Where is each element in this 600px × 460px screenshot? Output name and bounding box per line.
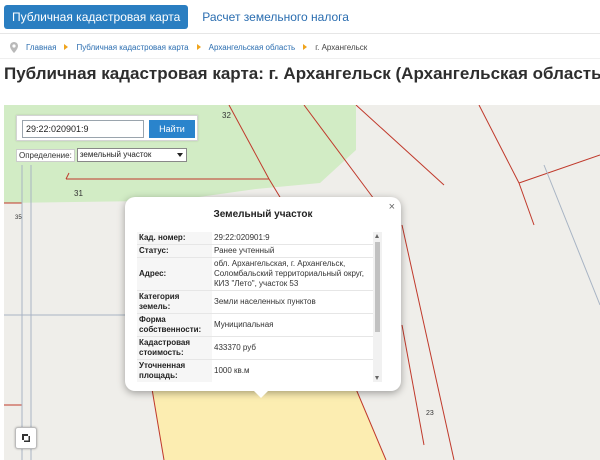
row-key: Кадастровая стоимость: (137, 336, 212, 360)
parcel-number-label: 23 (426, 410, 434, 417)
breadcrumb-current: г. Архангельск (315, 42, 368, 52)
table-row: Адрес: обл. Архангельская, г. Архангельск… (137, 257, 373, 291)
table-row: Кад. номер: 29:22:020901:9 (137, 232, 373, 245)
row-value: 29:22:020901:9 (212, 232, 373, 245)
parcel-number-label: 35 (15, 215, 22, 221)
breadcrumb: Главная Публичная кадастровая карта Арха… (10, 41, 367, 53)
cadastral-number-input[interactable] (22, 120, 144, 138)
parcel-number-label: 32 (222, 111, 231, 120)
definition-row: Определение: земельный участок (16, 148, 187, 162)
top-tabs: Публичная кадастровая карта Расчет земел… (4, 5, 357, 29)
parcel-number-label: 31 (74, 189, 83, 198)
breadcrumb-home[interactable]: Главная (26, 43, 56, 52)
popup-scroll-area[interactable]: Кад. номер: 29:22:020901:9 Статус: Ранее у… (137, 232, 382, 382)
parcel-info-table: Кад. номер: 29:22:020901:9 Статус: Ранее у… (137, 232, 373, 382)
breadcrumb-public-map[interactable]: Публичная кадастровая карта (76, 43, 188, 52)
yellow-parcel (152, 389, 386, 460)
row-key: Форма собственности: (137, 313, 212, 337)
tab-land-tax-calculation[interactable]: Расчет земельного налога (194, 5, 357, 29)
breadcrumb-divider (0, 58, 600, 59)
cadastral-search-box: Найти (16, 115, 198, 141)
popup-title: Земельный участок (213, 209, 313, 220)
popup-scrollbar[interactable] (373, 232, 382, 382)
scroll-up-icon[interactable] (375, 234, 379, 238)
table-row: Статус: Ранее учтенный (137, 244, 373, 258)
row-key: Уточненная площадь: (137, 359, 212, 382)
find-button[interactable]: Найти (149, 120, 195, 138)
cadastral-map[interactable]: 32 31 35 23 Найти Определение: земельный… (4, 105, 600, 460)
page-title: Публичная кадастровая карта: г. Архангел… (4, 64, 600, 83)
breadcrumb-separator-icon (196, 44, 201, 50)
table-row: Уточненная площадь: 1000 кв.м (137, 359, 373, 382)
breadcrumb-separator-icon (303, 44, 308, 50)
table-row: Категория земель: Земли населенных пункто… (137, 290, 373, 314)
definition-select[interactable]: земельный участок (76, 148, 187, 162)
row-value: Муниципальная (212, 313, 373, 337)
land-parcel-popup: × Земельный участок Кад. номер: 29:22:020… (125, 197, 401, 398)
row-key: Категория земель: (137, 290, 212, 314)
row-value: Ранее учтенный (212, 244, 373, 258)
fullscreen-icon (22, 434, 30, 442)
table-row: Кадастровая стоимость: 433370 руб (137, 336, 373, 360)
tab-public-cadastral-map[interactable]: Публичная кадастровая карта (4, 5, 189, 29)
scroll-down-icon[interactable] (375, 376, 379, 380)
popup-pointer (253, 390, 269, 398)
breadcrumb-separator-icon (64, 44, 69, 50)
fullscreen-button[interactable] (15, 427, 37, 449)
tabs-divider (0, 33, 600, 34)
definition-label: Определение: (16, 148, 75, 162)
row-value: обл. Архангельская, г. Архангельск, Соло… (212, 257, 373, 291)
location-pin-icon (10, 41, 18, 53)
row-key: Статус: (137, 244, 212, 258)
row-value: 433370 руб (212, 336, 373, 360)
chevron-down-icon (176, 153, 183, 157)
row-key: Адрес: (137, 257, 212, 291)
row-key: Кад. номер: (137, 232, 212, 245)
row-value: Земли населенных пунктов (212, 290, 373, 314)
breadcrumb-region[interactable]: Архангельская область (209, 43, 296, 52)
scrollbar-thumb[interactable] (375, 242, 380, 332)
row-value: 1000 кв.м (212, 359, 373, 382)
definition-selected-value: земельный участок (79, 150, 152, 159)
table-row: Форма собственности: Муниципальная (137, 313, 373, 337)
